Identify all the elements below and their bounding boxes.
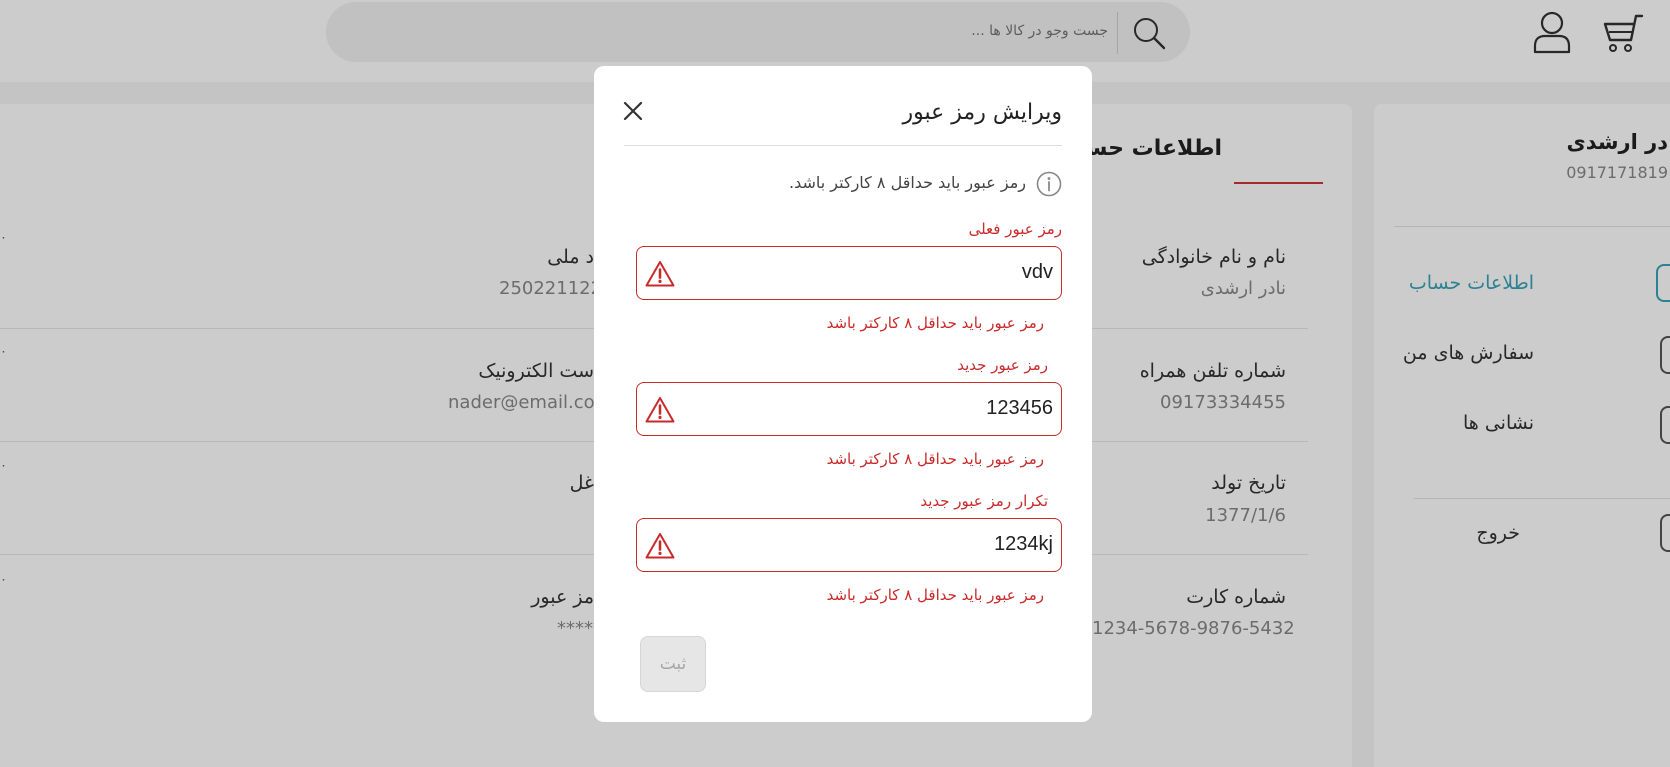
current-password-label: رمز عبور فعلی [968, 220, 1062, 238]
confirm-password-field[interactable] [636, 518, 1062, 572]
password-hint: رمز عبور باید حداقل ۸ کارکتر باشد. [789, 173, 1026, 192]
confirm-password-label: تکرار رمز عبور جدید [920, 492, 1048, 510]
current-password-field[interactable] [636, 246, 1062, 300]
warning-icon [645, 261, 675, 287]
modal-divider [624, 145, 1062, 146]
warning-icon [645, 533, 675, 559]
close-icon[interactable] [618, 96, 648, 126]
confirm-password-input[interactable] [691, 519, 1053, 570]
confirm-password-error: رمز عبور باید حداقل ۸ کارکتر باشد [826, 586, 1044, 604]
warning-icon [645, 397, 675, 423]
modal-title: ویرایش رمز عبور [902, 100, 1062, 125]
change-password-modal: ویرایش رمز عبور رمز عبور باید حداقل ۸ کا… [594, 66, 1092, 722]
submit-button[interactable]: ثبت [640, 636, 706, 692]
current-password-input[interactable] [691, 247, 1053, 298]
new-password-error: رمز عبور باید حداقل ۸ کارکتر باشد [826, 450, 1044, 468]
new-password-field[interactable] [636, 382, 1062, 436]
new-password-input[interactable] [691, 383, 1053, 434]
current-password-error: رمز عبور باید حداقل ۸ کارکتر باشد [826, 314, 1044, 332]
new-password-label: رمز عبور جدید [957, 356, 1048, 374]
info-icon [1036, 171, 1062, 197]
